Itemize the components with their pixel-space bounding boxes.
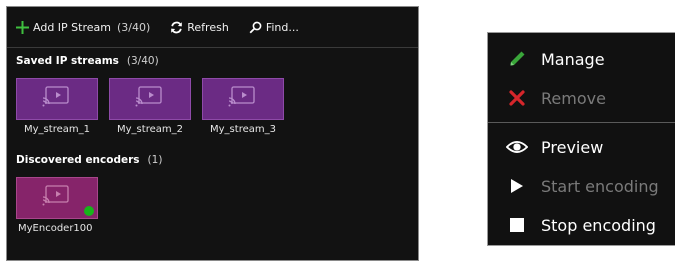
screenshot-root: Add IP Stream (3/40) Refresh Find... Sav… bbox=[0, 0, 675, 266]
menu-item-preview[interactable]: Preview bbox=[488, 129, 675, 165]
cast-icon bbox=[228, 86, 258, 112]
menu-item-manage[interactable]: Manage bbox=[488, 41, 675, 77]
search-icon bbox=[249, 21, 262, 34]
discovered-encoders-count: (1) bbox=[147, 154, 163, 166]
discovered-encoders-list: MyEncoder100 bbox=[7, 177, 418, 234]
refresh-icon bbox=[170, 21, 183, 34]
stream-label: My_stream_1 bbox=[24, 124, 90, 135]
saved-streams-count: (3/40) bbox=[126, 55, 159, 67]
x-icon bbox=[506, 87, 528, 109]
menu-item-stop-encoding[interactable]: Stop encoding bbox=[488, 207, 675, 243]
find-button[interactable]: Find... bbox=[249, 21, 299, 34]
encoder-thumbnail bbox=[16, 177, 98, 219]
menu-item-label: Manage bbox=[541, 49, 605, 69]
saved-streams-heading: Saved IP streams (3/40) bbox=[7, 54, 418, 68]
cast-icon bbox=[135, 86, 165, 112]
add-ip-stream-button[interactable]: Add IP Stream (3/40) bbox=[16, 20, 151, 34]
stream-thumbnail bbox=[109, 78, 191, 120]
menu-separator bbox=[488, 122, 675, 123]
refresh-label: Refresh bbox=[187, 20, 229, 34]
pencil-icon bbox=[506, 48, 528, 70]
menu-item-remove[interactable]: Remove bbox=[488, 80, 675, 116]
stream-label: My_stream_2 bbox=[117, 124, 183, 135]
menu-item-label: Preview bbox=[541, 137, 604, 157]
stream-thumbnail bbox=[16, 78, 98, 120]
cast-icon bbox=[42, 86, 72, 112]
plus-icon bbox=[16, 20, 29, 34]
menu-item-start-encoding[interactable]: Start encoding bbox=[488, 168, 675, 204]
menu-item-label: Stop encoding bbox=[541, 215, 656, 235]
eye-icon bbox=[506, 136, 528, 158]
encoder-label: MyEncoder100 bbox=[18, 223, 93, 234]
stream-tile[interactable]: My_stream_3 bbox=[202, 78, 284, 135]
stream-label: My_stream_3 bbox=[210, 124, 276, 135]
refresh-button[interactable]: Refresh bbox=[170, 21, 229, 34]
context-menu: Manage Remove Preview Start encoding Sto… bbox=[487, 32, 675, 246]
menu-item-label: Remove bbox=[541, 88, 606, 108]
online-status-indicator bbox=[84, 206, 94, 216]
discovered-encoders-title: Discovered encoders bbox=[16, 154, 140, 166]
stop-icon bbox=[506, 214, 528, 236]
toolbar: Add IP Stream (3/40) Refresh Find... bbox=[7, 7, 418, 47]
saved-streams-list: My_stream_1 My_stream_2 My_stream_3 bbox=[7, 78, 418, 135]
add-ip-stream-label: Add IP Stream bbox=[33, 20, 111, 34]
find-label: Find... bbox=[265, 20, 299, 34]
play-icon bbox=[506, 175, 528, 197]
add-ip-stream-count: (3/40) bbox=[116, 20, 151, 34]
ip-stream-panel: Add IP Stream (3/40) Refresh Find... Sav… bbox=[6, 6, 419, 261]
saved-streams-title: Saved IP streams bbox=[16, 55, 119, 67]
stream-thumbnail bbox=[202, 78, 284, 120]
toolbar-divider bbox=[7, 47, 418, 48]
stream-tile[interactable]: My_stream_2 bbox=[109, 78, 191, 135]
menu-item-label: Start encoding bbox=[541, 176, 659, 196]
stream-tile[interactable]: My_stream_1 bbox=[16, 78, 98, 135]
encoder-tile[interactable]: MyEncoder100 bbox=[16, 177, 98, 234]
discovered-encoders-heading: Discovered encoders (1) bbox=[7, 153, 418, 167]
cast-icon bbox=[42, 185, 72, 211]
